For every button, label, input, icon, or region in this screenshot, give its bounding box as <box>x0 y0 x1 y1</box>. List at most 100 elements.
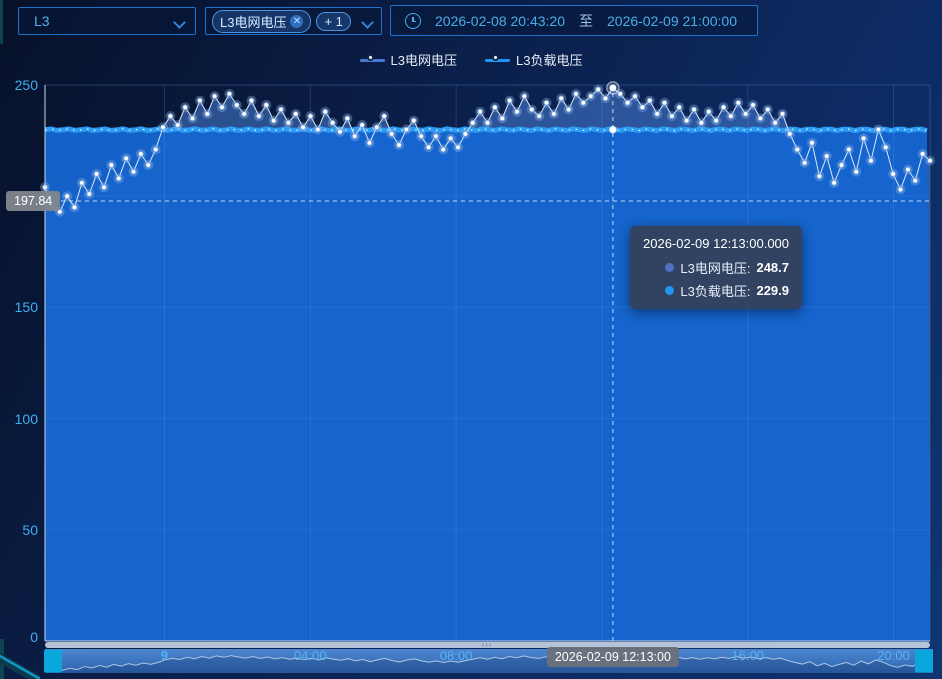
data-point[interactable] <box>367 140 372 145</box>
data-point[interactable] <box>928 158 933 163</box>
data-point[interactable] <box>891 172 896 177</box>
data-point[interactable] <box>109 163 114 168</box>
voltage-line-chart[interactable] <box>0 0 942 679</box>
data-point[interactable] <box>153 147 158 152</box>
data-point[interactable] <box>411 118 416 123</box>
data-point[interactable] <box>647 98 652 103</box>
data-point[interactable] <box>699 120 704 125</box>
data-point[interactable] <box>832 180 837 185</box>
data-point[interactable] <box>264 103 269 108</box>
data-point[interactable] <box>323 109 328 114</box>
data-point[interactable] <box>256 114 261 119</box>
data-point[interactable] <box>485 120 490 125</box>
data-point[interactable] <box>625 100 630 105</box>
data-point[interactable] <box>677 105 682 110</box>
data-point[interactable] <box>131 169 136 174</box>
data-point[interactable] <box>721 105 726 110</box>
data-point[interactable] <box>492 105 497 110</box>
data-point[interactable] <box>728 114 733 119</box>
data-point[interactable] <box>669 114 674 119</box>
data-point[interactable] <box>684 118 689 123</box>
data-point[interactable] <box>743 112 748 117</box>
data-point[interactable] <box>220 105 225 110</box>
data-point[interactable] <box>706 109 711 114</box>
data-point[interactable] <box>426 145 431 150</box>
data-point[interactable] <box>898 187 903 192</box>
data-point[interactable] <box>441 147 446 152</box>
data-point[interactable] <box>448 136 453 141</box>
data-point[interactable] <box>116 176 121 181</box>
data-point[interactable] <box>161 125 166 130</box>
data-point[interactable] <box>470 120 475 125</box>
data-point[interactable] <box>433 134 438 139</box>
data-point[interactable] <box>633 94 638 99</box>
data-point[interactable] <box>227 91 232 96</box>
data-point[interactable] <box>419 134 424 139</box>
data-point[interactable] <box>72 205 77 210</box>
data-point[interactable] <box>574 91 579 96</box>
data-point[interactable] <box>773 120 778 125</box>
data-point[interactable] <box>242 112 247 117</box>
data-point[interactable] <box>603 96 608 101</box>
data-point[interactable] <box>876 127 881 132</box>
data-point[interactable] <box>308 114 313 119</box>
data-point[interactable] <box>271 118 276 123</box>
data-point[interactable] <box>279 107 284 112</box>
data-point[interactable] <box>345 116 350 121</box>
data-point[interactable] <box>566 107 571 112</box>
datazoom-handle-left[interactable] <box>44 650 62 673</box>
data-point[interactable] <box>293 112 298 117</box>
data-point[interactable] <box>559 96 564 101</box>
data-point[interactable] <box>146 163 151 168</box>
data-point[interactable] <box>301 125 306 130</box>
data-point[interactable] <box>824 154 829 159</box>
data-point[interactable] <box>404 127 409 132</box>
data-point[interactable] <box>529 107 534 112</box>
data-point[interactable] <box>846 147 851 152</box>
data-point[interactable] <box>795 147 800 152</box>
data-point[interactable] <box>869 158 874 163</box>
data-point[interactable] <box>234 103 239 108</box>
data-point[interactable] <box>197 98 202 103</box>
datazoom-handle-right[interactable] <box>915 650 933 673</box>
data-point[interactable] <box>352 134 357 139</box>
data-point[interactable] <box>861 136 866 141</box>
data-point[interactable] <box>839 163 844 168</box>
data-point[interactable] <box>102 185 107 190</box>
data-point[interactable] <box>692 107 697 112</box>
data-point[interactable] <box>205 112 210 117</box>
data-point[interactable] <box>190 116 195 121</box>
data-point[interactable] <box>138 152 143 157</box>
data-point[interactable] <box>537 114 542 119</box>
data-point[interactable] <box>500 116 505 121</box>
data-point[interactable] <box>87 192 92 197</box>
data-point[interactable] <box>913 178 918 183</box>
data-point[interactable] <box>787 132 792 137</box>
data-point[interactable] <box>581 100 586 105</box>
data-point[interactable] <box>382 114 387 119</box>
data-point[interactable] <box>588 94 593 99</box>
data-point[interactable] <box>338 129 343 134</box>
data-point[interactable] <box>522 94 527 99</box>
data-point[interactable] <box>183 105 188 110</box>
data-point[interactable] <box>94 172 99 177</box>
data-point[interactable] <box>596 87 601 92</box>
data-point[interactable] <box>765 107 770 112</box>
data-point[interactable] <box>736 100 741 105</box>
data-point[interactable] <box>212 94 217 99</box>
data-point[interactable] <box>79 180 84 185</box>
data-point[interactable] <box>883 145 888 150</box>
data-point[interactable] <box>802 160 807 165</box>
data-point[interactable] <box>655 112 660 117</box>
data-point[interactable] <box>286 120 291 125</box>
data-point[interactable] <box>389 132 394 137</box>
horizontal-scrollbar[interactable] <box>45 642 930 648</box>
data-point[interactable] <box>920 152 925 157</box>
data-point[interactable] <box>124 156 129 161</box>
data-point[interactable] <box>515 109 520 114</box>
data-point[interactable] <box>714 118 719 123</box>
data-point[interactable] <box>640 105 645 110</box>
data-point[interactable] <box>168 114 173 119</box>
data-point[interactable] <box>330 120 335 125</box>
data-point[interactable] <box>456 145 461 150</box>
